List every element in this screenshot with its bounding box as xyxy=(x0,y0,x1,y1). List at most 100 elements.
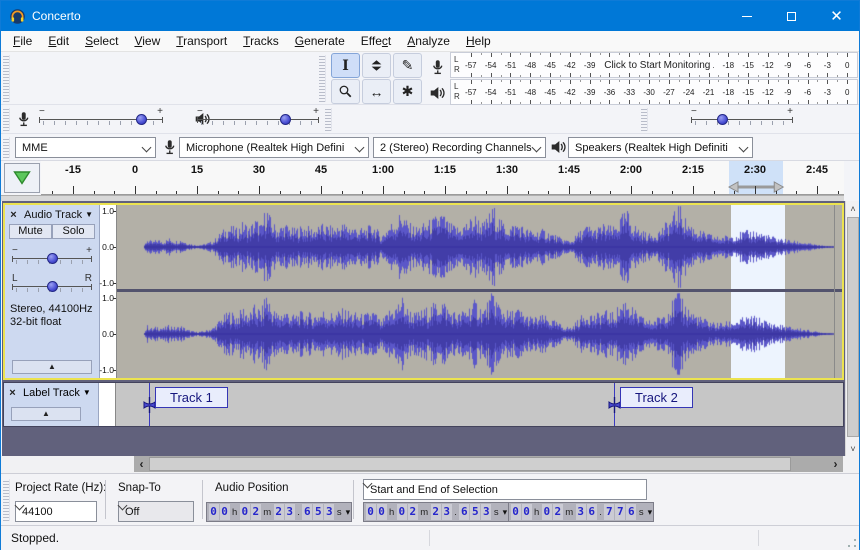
time-digit[interactable]: 6 xyxy=(587,504,597,520)
selection-mode-dropdown[interactable]: Start and End of Selection xyxy=(363,479,647,500)
titlebar[interactable]: Concerto ✕ xyxy=(1,1,859,31)
horizontal-scrollbar[interactable]: ‹ › xyxy=(134,456,843,472)
track-title[interactable]: Audio Track xyxy=(24,209,82,221)
time-digit[interactable]: 0 xyxy=(377,504,387,520)
playback-volume-slider[interactable]: − + xyxy=(197,110,319,128)
recording-volume-slider[interactable]: − + xyxy=(39,110,163,128)
track-close-icon[interactable]: × xyxy=(7,209,20,221)
time-spinner-icon[interactable]: ▾ xyxy=(501,507,508,518)
audio-track[interactable]: × Audio Track ▼ Mute Solo − + L R xyxy=(3,203,844,380)
time-digit[interactable]: 0 xyxy=(366,504,376,520)
edit-toolbar-grip[interactable] xyxy=(325,108,332,131)
label-text-box[interactable]: Track 1 xyxy=(155,387,228,408)
time-digit[interactable]: 0 xyxy=(220,504,230,520)
label-track-lane[interactable]: Track 1 Track 2 xyxy=(116,383,843,426)
scroll-down-icon[interactable]: ˅ xyxy=(846,441,860,456)
snap-to-dropdown[interactable]: Off xyxy=(118,501,194,522)
time-digit[interactable]: 3 xyxy=(324,504,334,520)
track-collapse-button[interactable]: ▲ xyxy=(11,407,81,421)
track-collapse-button[interactable]: ▲ xyxy=(12,360,92,374)
track-area[interactable]: × Audio Track ▼ Mute Solo − + L R xyxy=(2,201,846,456)
menu-item-view[interactable]: View xyxy=(126,32,168,50)
device-toolbar-grip[interactable] xyxy=(3,137,10,158)
empty-project-area[interactable] xyxy=(3,429,844,456)
time-digit[interactable]: 2 xyxy=(431,504,441,520)
audio-position-field[interactable]: 00h02m23.653s▾ xyxy=(206,502,352,522)
play-meter-speaker-icon[interactable] xyxy=(429,84,446,102)
time-digit[interactable]: 3 xyxy=(442,504,452,520)
vertical-scale-ruler[interactable]: 1.00.0-1.01.00.0-1.0 xyxy=(100,205,117,378)
playback-meter[interactable]: L R -57-54-51-48-45-42-39-36-33-30-27-24… xyxy=(450,79,858,105)
menu-item-file[interactable]: File xyxy=(5,32,40,50)
label-track[interactable]: × Label Track ▼ ▲ Track 1 Track 2 xyxy=(3,382,844,427)
play-at-speed-grip[interactable] xyxy=(641,108,648,131)
transport-toolbar-grip[interactable] xyxy=(3,55,10,102)
minimize-button[interactable] xyxy=(724,1,769,31)
label-text-box[interactable]: Track 2 xyxy=(620,387,693,408)
resize-grip[interactable] xyxy=(848,539,856,547)
play-speed-slider[interactable]: − + xyxy=(691,110,793,128)
waveform-channel-right[interactable] xyxy=(117,292,846,376)
zoom-tool-button[interactable] xyxy=(331,79,360,104)
menu-item-analyze[interactable]: Analyze xyxy=(399,32,458,50)
recording-volume-thumb[interactable] xyxy=(136,114,147,125)
track-menu-dropdown-icon[interactable]: ▼ xyxy=(85,210,93,219)
time-digit[interactable]: 2 xyxy=(408,504,418,520)
recording-meter[interactable]: L R -57-54-51-48-45-42-39-36-33-30-27-24… xyxy=(450,52,858,78)
time-digit[interactable]: 5 xyxy=(313,504,323,520)
time-digit[interactable]: 6 xyxy=(302,504,312,520)
selection-tool-button[interactable]: I xyxy=(331,53,360,78)
time-digit[interactable]: 0 xyxy=(511,504,521,520)
track-close-icon[interactable]: × xyxy=(6,387,19,399)
menu-item-help[interactable]: Help xyxy=(458,32,499,50)
vertical-scroll-thumb[interactable] xyxy=(847,217,859,437)
time-digit[interactable]: 7 xyxy=(604,504,614,520)
menu-item-generate[interactable]: Generate xyxy=(287,32,353,50)
time-shift-tool-button[interactable]: ↔ xyxy=(362,79,391,104)
waveform-display[interactable] xyxy=(117,205,842,378)
mute-button[interactable]: Mute xyxy=(9,224,52,239)
close-button[interactable]: ✕ xyxy=(814,1,859,31)
time-digit[interactable]: 2 xyxy=(553,504,563,520)
time-digit[interactable]: 2 xyxy=(274,504,284,520)
vertical-scrollbar[interactable]: ˄ ˅ xyxy=(845,201,859,456)
menu-item-effect[interactable]: Effect xyxy=(353,32,399,50)
solo-button[interactable]: Solo xyxy=(52,224,95,239)
waveform-channel-left[interactable] xyxy=(117,205,846,289)
envelope-tool-button[interactable] xyxy=(362,53,391,78)
time-digit[interactable]: 0 xyxy=(209,504,219,520)
time-digit[interactable]: 0 xyxy=(542,504,552,520)
time-spinner-icon[interactable]: ▾ xyxy=(344,507,351,518)
project-rate-dropdown[interactable]: 44100 xyxy=(15,501,97,522)
recording-channels-dropdown[interactable]: 2 (Stereo) Recording Channels xyxy=(373,137,546,158)
menu-item-transport[interactable]: Transport xyxy=(168,32,235,50)
playback-volume-thumb[interactable] xyxy=(280,114,291,125)
monitoring-overlay-text[interactable]: Click to Start Monitoring xyxy=(601,60,713,71)
menu-item-edit[interactable]: Edit xyxy=(40,32,77,50)
scroll-left-icon[interactable]: ‹ xyxy=(134,456,149,472)
playback-device-dropdown[interactable]: Speakers (Realtek High Definiti xyxy=(568,137,753,158)
selection-toolbar-grip[interactable] xyxy=(3,479,10,521)
timeline-ruler[interactable]: -1501530451:001:151:301:452:002:152:302:… xyxy=(41,161,844,195)
time-digit[interactable]: 5 xyxy=(470,504,480,520)
time-digit[interactable]: 2 xyxy=(251,504,261,520)
time-digit[interactable]: 6 xyxy=(459,504,469,520)
track-menu-dropdown-icon[interactable]: ▼ xyxy=(83,388,91,397)
selection-start-field[interactable]: 00h02m23.653s▾ xyxy=(363,502,509,522)
record-meter-mic-icon[interactable] xyxy=(429,58,446,76)
maximize-button[interactable] xyxy=(769,1,814,31)
multi-tool-button[interactable]: ✱ xyxy=(393,79,422,104)
menu-item-tracks[interactable]: Tracks xyxy=(235,32,287,50)
gain-thumb[interactable] xyxy=(47,253,58,264)
selection-end-field[interactable]: 00h02m36.776s▾ xyxy=(508,502,654,522)
scroll-up-icon[interactable]: ˄ xyxy=(846,201,860,216)
time-spinner-icon[interactable]: ▾ xyxy=(646,507,653,518)
recording-device-dropdown[interactable]: Microphone (Realtek High Defini xyxy=(179,137,369,158)
time-digit[interactable]: 3 xyxy=(481,504,491,520)
menu-item-select[interactable]: Select xyxy=(77,32,126,50)
pinned-play-head-button[interactable] xyxy=(4,163,40,193)
time-digit[interactable]: 0 xyxy=(397,504,407,520)
draw-tool-button[interactable]: ✎ xyxy=(393,53,422,78)
play-speed-thumb[interactable] xyxy=(717,114,728,125)
track-title[interactable]: Label Track xyxy=(23,387,80,399)
